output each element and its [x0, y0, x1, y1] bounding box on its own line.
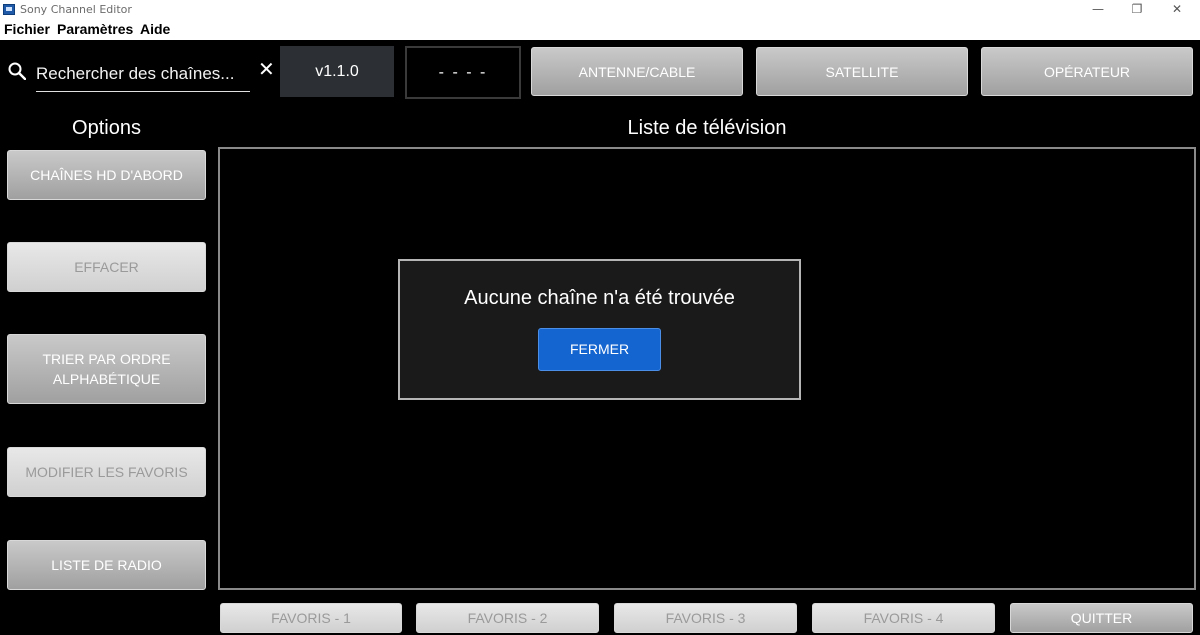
no-channel-dialog: Aucune chaîne n'a été trouvée FERMER	[398, 259, 801, 400]
window-title: Sony Channel Editor	[20, 3, 132, 16]
app-icon	[3, 4, 15, 15]
menu-bar: Fichier Paramètres Aide	[0, 20, 1200, 40]
close-button[interactable]: ✕	[1154, 0, 1200, 20]
clear-search-icon[interactable]: ✕	[258, 60, 275, 80]
tv-list-title: Liste de télévision	[627, 117, 787, 139]
clear-button[interactable]: EFFACER	[7, 242, 206, 292]
menu-aide[interactable]: Aide	[140, 21, 170, 37]
options-title: Options	[72, 117, 141, 139]
satellite-button[interactable]: SATELLITE	[756, 47, 968, 96]
edit-favorites-button[interactable]: MODIFIER LES FAVORIS	[7, 447, 206, 497]
operator-button[interactable]: OPÉRATEUR	[981, 47, 1193, 96]
dialog-message: Aucune chaîne n'a été trouvée	[464, 287, 735, 309]
close-dialog-button[interactable]: FERMER	[538, 328, 661, 371]
menu-fichier[interactable]: Fichier	[4, 21, 50, 37]
favorites-4-button[interactable]: FAVORIS - 4	[812, 603, 995, 633]
search-input[interactable]	[36, 56, 250, 92]
hd-channels-first-button[interactable]: CHAÎNES HD D'ABORD	[7, 150, 206, 200]
antenna-cable-button[interactable]: ANTENNE/CABLE	[531, 47, 743, 96]
favorites-3-button[interactable]: FAVORIS - 3	[614, 603, 797, 633]
search-icon	[8, 62, 26, 80]
radio-list-button[interactable]: LISTE DE RADIO	[7, 540, 206, 590]
favorites-1-button[interactable]: FAVORIS - 1	[220, 603, 402, 633]
status-display: - - - -	[405, 46, 521, 99]
version-label: v1.1.0	[280, 46, 394, 97]
quit-button[interactable]: QUITTER	[1010, 603, 1193, 633]
title-bar: Sony Channel Editor — ❐ ✕	[0, 0, 1200, 20]
menu-parametres[interactable]: Paramètres	[57, 21, 133, 37]
favorites-2-button[interactable]: FAVORIS - 2	[416, 603, 599, 633]
sort-alphabetical-button[interactable]: TRIER PAR ORDRE ALPHABÉTIQUE	[7, 334, 206, 404]
